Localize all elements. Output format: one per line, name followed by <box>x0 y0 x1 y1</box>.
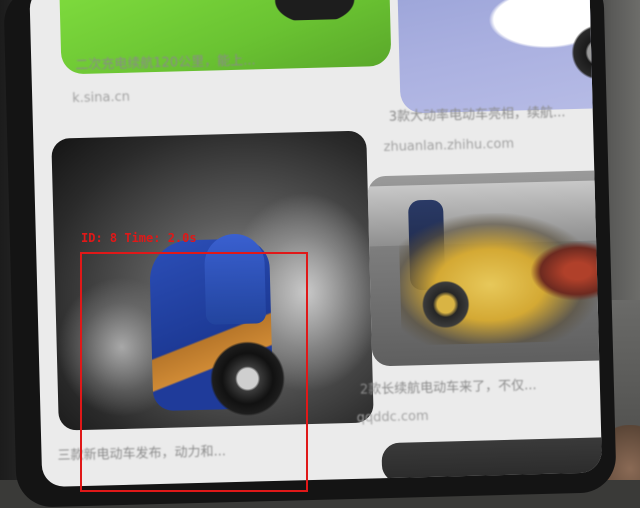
card-image-white-scooter[interactable] <box>397 0 603 114</box>
card-image-next[interactable] <box>381 436 603 484</box>
detection-box <box>80 252 308 492</box>
detection-label: ID: 8 Time: 2.0s <box>81 231 197 245</box>
card-source[interactable]: zhuanlan.zhihu.com <box>383 137 514 155</box>
scooter-shape <box>263 0 366 22</box>
card-caption[interactable]: 2款长续航电动车来了，不仅... <box>360 374 537 398</box>
card-image-yellow-scooters[interactable] <box>367 169 603 367</box>
red-scooter <box>529 239 603 303</box>
card-source[interactable]: qqddc.com <box>356 409 428 426</box>
card-caption[interactable]: 3款大动率电动车亮相，续航... <box>389 101 566 125</box>
card-source[interactable]: k.sina.cn <box>72 90 130 107</box>
